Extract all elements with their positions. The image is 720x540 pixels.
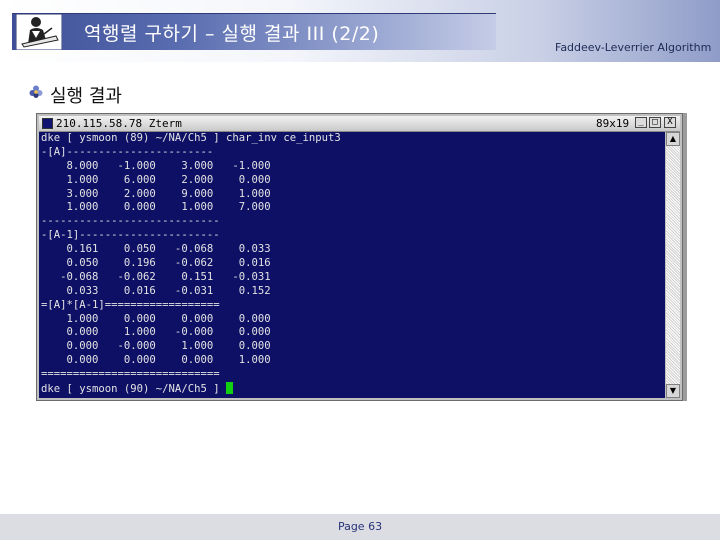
terminal-line: 3.000 2.000 9.000 1.000: [41, 187, 271, 200]
terminal-prompt: dke [ ysmoon (90) ~/NA/Ch5 ]: [41, 383, 226, 396]
terminal-line: -0.068 -0.062 0.151 -0.031: [41, 270, 271, 283]
terminal-line: 0.161 0.050 -0.068 0.033: [41, 243, 271, 256]
terminal-scrollbar[interactable]: ▲ ▼: [666, 132, 680, 398]
close-button[interactable]: X: [664, 117, 676, 128]
terminal-size-label: 89x19: [596, 117, 630, 130]
slide-footer: Page 63: [0, 514, 720, 540]
terminal-window[interactable]: 210.115.58.78 Zterm 89x19 _ □ X dke [ ys…: [36, 113, 683, 401]
terminal-title: 210.115.58.78 Zterm: [56, 117, 182, 130]
scroll-up-button[interactable]: ▲: [666, 132, 680, 146]
terminal-line: -[A-1]----------------------: [41, 229, 220, 242]
scroll-down-button[interactable]: ▼: [666, 384, 680, 398]
terminal-titlebar[interactable]: 210.115.58.78 Zterm 89x19 _ □ X: [39, 116, 680, 132]
terminal-cursor: [225, 382, 233, 395]
terminal-system-menu-icon[interactable]: [42, 118, 53, 129]
terminal-line: 1.000 0.000 0.000 0.000: [41, 312, 271, 325]
terminal-line: 0.033 0.016 -0.031 0.152: [41, 284, 271, 297]
terminal-line: =[A]*[A-1]==================: [41, 298, 220, 311]
terminal-line: 1.000 0.000 1.000 7.000: [41, 201, 271, 214]
minimize-button[interactable]: _: [635, 117, 647, 128]
window-shadow-edge: [683, 113, 687, 401]
terminal-line: -[A]-----------------------: [41, 145, 214, 158]
slide-header-bar: 역행렬 구하기 – 실행 결과 III (2/2) Faddeev-Leverr…: [0, 0, 720, 62]
terminal-screen[interactable]: dke [ ysmoon (89) ~/NA/Ch5 ] char_inv ce…: [39, 132, 665, 398]
terminal-line: ----------------------------: [41, 215, 220, 228]
terminal-line: 0.000 0.000 0.000 1.000: [41, 354, 271, 367]
flower-bullet-icon: [29, 85, 43, 98]
terminal-prompt-line[interactable]: dke [ ysmoon (90) ~/NA/Ch5 ]: [41, 382, 341, 396]
terminal-output: dke [ ysmoon (89) ~/NA/Ch5 ] char_inv ce…: [41, 132, 341, 396]
bullet-text: 실행 결과: [50, 86, 122, 107]
maximize-button[interactable]: □: [649, 117, 661, 128]
terminal-line: 0.000 -0.000 1.000 0.000: [41, 340, 271, 353]
terminal-line: ============================: [41, 368, 220, 381]
terminal-line: 0.050 0.196 -0.062 0.016: [41, 257, 271, 270]
page-number: Page 63: [337, 520, 383, 533]
person-at-desk-icon: [16, 14, 62, 50]
scrollbar-track[interactable]: [666, 146, 680, 384]
header-subject: Faddeev-Leverrier Algorithm: [555, 41, 712, 54]
terminal-line: 0.000 1.000 -0.000 0.000: [41, 326, 271, 339]
terminal-line: dke [ ysmoon (89) ~/NA/Ch5 ] char_inv ce…: [41, 132, 341, 144]
slide-title-banner: 역행렬 구하기 – 실행 결과 III (2/2): [12, 13, 496, 50]
terminal-line: 8.000 -1.000 3.000 -1.000: [41, 159, 271, 172]
terminal-line: 1.000 6.000 2.000 0.000: [41, 173, 271, 186]
slide-title: 역행렬 구하기 – 실행 결과 III (2/2): [84, 23, 380, 45]
